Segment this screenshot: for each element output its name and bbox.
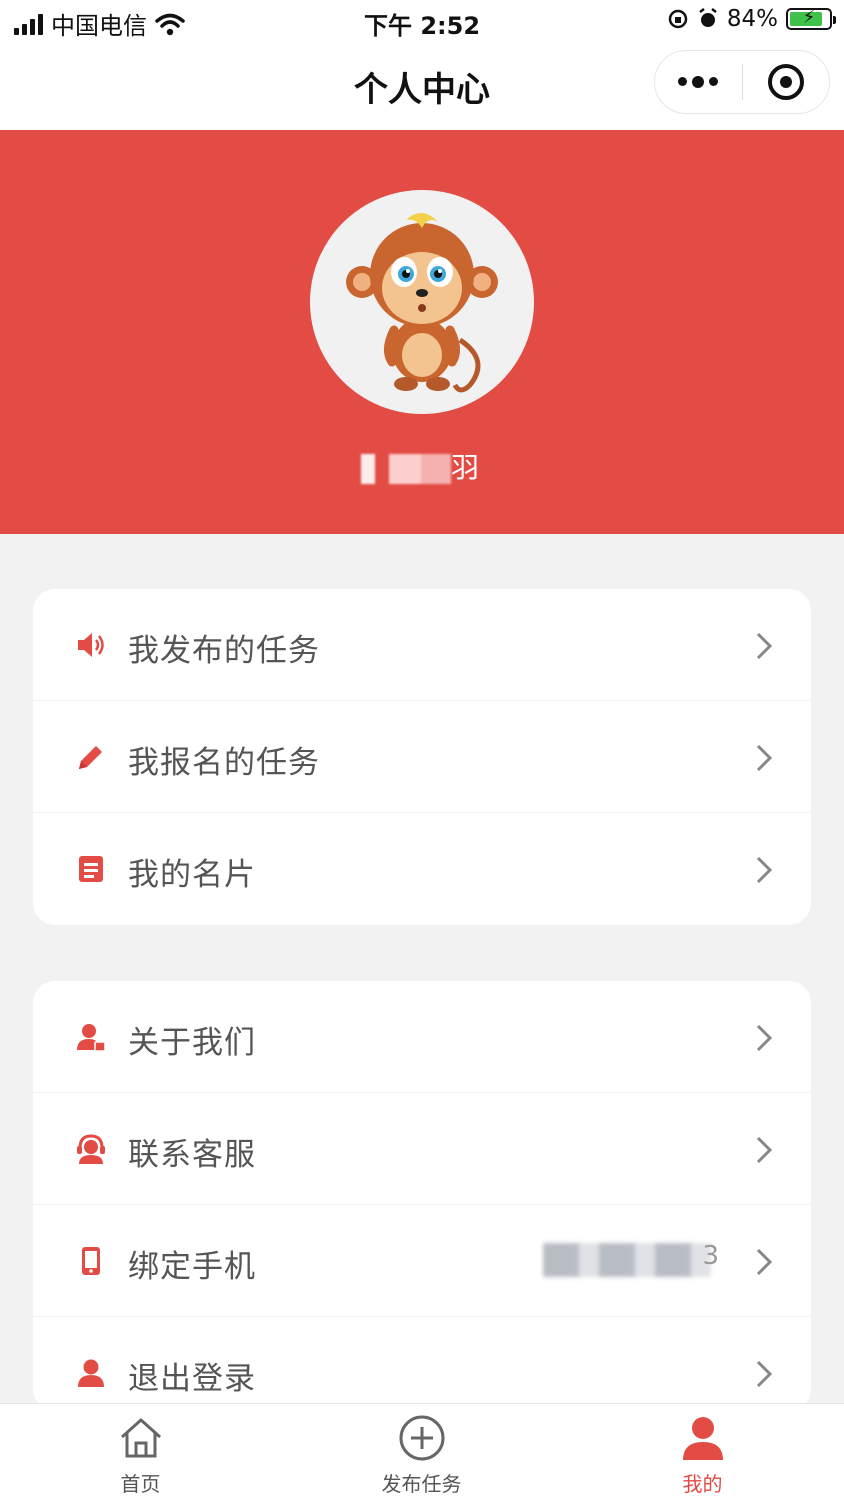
mini-program-capsule <box>654 50 830 114</box>
menu-card-account: 关于我们 联系客服 绑定手机 3 退出登录 <box>33 981 811 1411</box>
rotation-lock-icon <box>668 9 688 29</box>
user-icon <box>682 1417 723 1460</box>
menu-item-label: 关于我们 <box>128 1025 256 1061</box>
headset-icon <box>77 1134 105 1164</box>
menu-card-tasks: 我发布的任务 我报名的任务 我的名片 <box>33 589 811 925</box>
username: 羽 <box>0 446 844 486</box>
username-label: 羽 <box>450 451 483 484</box>
menu-item-label: 绑定手机 <box>128 1249 256 1285</box>
menu-item-about-us[interactable]: 关于我们 <box>33 981 811 1093</box>
chevron-right-icon <box>756 1248 773 1276</box>
menu-item-my-card[interactable]: 我的名片 <box>33 813 811 925</box>
user-badge-icon <box>77 1024 106 1052</box>
phone-number-redacted <box>543 1243 711 1277</box>
battery-icon: ⚡ <box>786 7 836 30</box>
menu-item-published-tasks[interactable]: 我发布的任务 <box>33 589 811 701</box>
monkey-cartoon-avatar-icon <box>346 212 498 393</box>
card-icon <box>79 856 103 882</box>
avatar[interactable] <box>310 190 534 414</box>
target-circle-icon[interactable] <box>743 64 830 100</box>
chevron-right-icon <box>756 744 773 772</box>
menu-item-label: 退出登录 <box>128 1361 256 1397</box>
menu-item-customer-service[interactable]: 联系客服 <box>33 1093 811 1205</box>
chevron-right-icon <box>756 632 773 660</box>
tab-publish-task[interactable]: 发布任务 <box>281 1404 562 1500</box>
phone-icon <box>82 1247 100 1275</box>
phone-number-visible-digit: 3 <box>702 1241 719 1271</box>
menu-item-enrolled-tasks[interactable]: 我报名的任务 <box>33 701 811 813</box>
menu-item-label: 我发布的任务 <box>128 633 320 669</box>
speaker-icon <box>78 633 104 657</box>
chevron-right-icon <box>756 1024 773 1052</box>
chevron-right-icon <box>756 856 773 884</box>
pencil-icon <box>79 746 102 769</box>
menu-item-bind-phone[interactable]: 绑定手机 3 <box>33 1205 811 1317</box>
menu-item-logout[interactable]: 退出登录 <box>33 1317 811 1411</box>
menu-item-label: 我报名的任务 <box>128 745 320 781</box>
alarm-icon <box>699 8 717 27</box>
home-icon <box>120 1418 161 1458</box>
tab-label: 首页 <box>120 1472 161 1496</box>
tab-label: 发布任务 <box>381 1472 462 1496</box>
tab-mine[interactable]: 我的 <box>562 1404 843 1500</box>
profile-header: 羽 <box>0 130 844 534</box>
tab-label: 我的 <box>682 1472 723 1496</box>
nav-bar: 个人中心 <box>0 44 844 130</box>
user-icon <box>78 1359 104 1387</box>
tab-bar: 首页 发布任务 我的 <box>0 1403 844 1500</box>
chevron-right-icon <box>756 1360 773 1388</box>
tab-home[interactable]: 首页 <box>0 1404 281 1500</box>
status-bar: 中国电信 下午 2:52 84% ⚡ <box>0 0 844 44</box>
menu-item-label: 联系客服 <box>128 1137 256 1173</box>
battery-percent: 84% <box>726 6 778 32</box>
more-dots-icon[interactable] <box>655 75 742 88</box>
username-redacted <box>360 454 451 484</box>
plus-circle-icon <box>399 1415 444 1461</box>
chevron-right-icon <box>756 1136 773 1164</box>
status-right: 84% ⚡ <box>667 6 836 32</box>
menu-item-label: 我的名片 <box>128 857 256 893</box>
